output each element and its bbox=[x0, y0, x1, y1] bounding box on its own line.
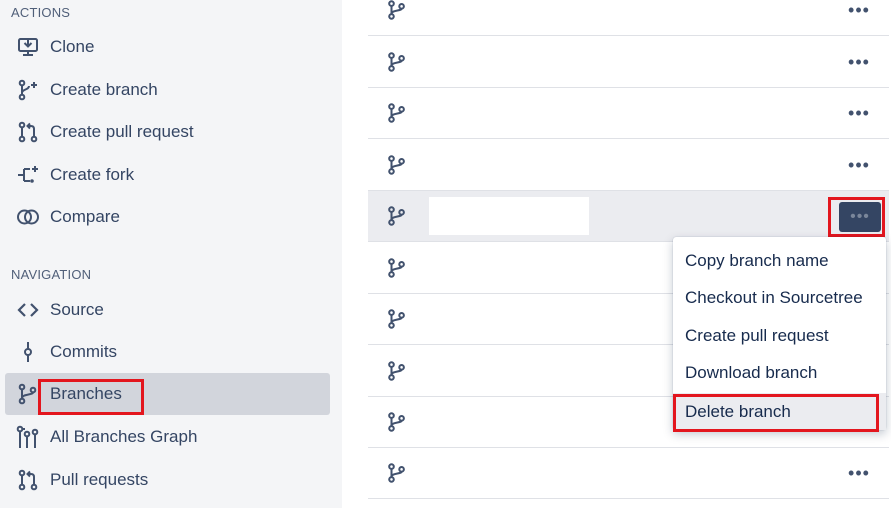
branch-icon bbox=[386, 257, 408, 279]
pull-request-icon bbox=[15, 119, 41, 145]
menu-item-checkout-in-sourcetree[interactable]: Checkout in Sourcetree bbox=[673, 279, 886, 316]
commit-icon bbox=[15, 339, 41, 365]
sidebar-item-source[interactable]: Source bbox=[5, 289, 330, 331]
navigation-section-title: NAVIGATION bbox=[11, 267, 92, 282]
branch-actions-menu: Copy branch name Checkout in Sourcetree … bbox=[673, 237, 886, 430]
branch-icon bbox=[386, 205, 408, 227]
sidebar-item-create-fork[interactable]: Create fork bbox=[5, 154, 330, 196]
sidebar-item-branches[interactable]: Branches bbox=[5, 373, 330, 415]
more-actions-button[interactable]: ••• bbox=[845, 462, 873, 484]
branches-graph-icon bbox=[15, 424, 41, 450]
branch-row[interactable]: ••• bbox=[368, 37, 889, 88]
sidebar-item-all-branches-graph[interactable]: All Branches Graph bbox=[5, 416, 330, 458]
branch-icon bbox=[386, 0, 408, 21]
sidebar-item-create-pull-request[interactable]: Create pull request bbox=[5, 111, 330, 153]
actions-section-title: ACTIONS bbox=[11, 5, 71, 20]
branch-name-field bbox=[429, 197, 589, 235]
branch-icon bbox=[386, 462, 408, 484]
more-actions-button[interactable]: ••• bbox=[845, 102, 873, 124]
sidebar-item-label: Commits bbox=[50, 342, 118, 361]
more-actions-button[interactable]: ••• bbox=[845, 0, 873, 21]
branch-icon bbox=[386, 411, 408, 433]
branch-icon bbox=[386, 51, 408, 73]
sidebar-item-clone[interactable]: Clone bbox=[5, 26, 330, 68]
fork-icon bbox=[15, 162, 41, 188]
menu-item-copy-branch-name[interactable]: Copy branch name bbox=[673, 242, 886, 279]
menu-item-download-branch[interactable]: Download branch bbox=[673, 354, 886, 391]
create-branch-icon bbox=[15, 77, 41, 103]
sidebar: ACTIONS Clone Create branch Create pull … bbox=[0, 0, 342, 508]
branch-icon bbox=[15, 381, 41, 407]
sidebar-item-create-branch[interactable]: Create branch bbox=[5, 69, 330, 111]
sidebar-item-label: All Branches Graph bbox=[50, 427, 198, 446]
menu-item-delete-branch[interactable]: Delete branch bbox=[673, 393, 886, 430]
sidebar-item-label: Create fork bbox=[50, 165, 135, 184]
branch-row[interactable]: ••• bbox=[368, 88, 889, 139]
branch-icon bbox=[386, 360, 408, 382]
sidebar-item-label: Create pull request bbox=[50, 122, 194, 141]
sidebar-item-label: Create branch bbox=[50, 80, 158, 99]
sidebar-item-label: Branches bbox=[50, 384, 122, 403]
source-code-icon bbox=[15, 297, 41, 323]
more-actions-button[interactable]: ••• bbox=[839, 202, 881, 232]
branch-icon bbox=[386, 102, 408, 124]
pull-request-icon bbox=[15, 467, 41, 493]
sidebar-item-label: Source bbox=[50, 300, 104, 319]
branch-row[interactable]: ••• bbox=[368, 0, 889, 36]
sidebar-item-label: Compare bbox=[50, 207, 120, 226]
branch-row[interactable]: ••• bbox=[368, 191, 889, 242]
clone-icon bbox=[15, 34, 41, 60]
sidebar-item-pull-requests[interactable]: Pull requests bbox=[5, 459, 330, 501]
branch-icon bbox=[386, 308, 408, 330]
compare-icon bbox=[15, 204, 41, 230]
branch-row[interactable]: ••• bbox=[368, 448, 889, 499]
more-actions-button[interactable]: ••• bbox=[845, 154, 873, 176]
sidebar-item-label: Clone bbox=[50, 37, 95, 56]
sidebar-item-compare[interactable]: Compare bbox=[5, 196, 330, 238]
more-actions-button[interactable]: ••• bbox=[845, 51, 873, 73]
branch-icon bbox=[386, 154, 408, 176]
menu-item-create-pull-request[interactable]: Create pull request bbox=[673, 317, 886, 354]
branch-row[interactable]: ••• bbox=[368, 140, 889, 191]
sidebar-item-commits[interactable]: Commits bbox=[5, 331, 330, 373]
sidebar-item-label: Pull requests bbox=[50, 470, 149, 489]
